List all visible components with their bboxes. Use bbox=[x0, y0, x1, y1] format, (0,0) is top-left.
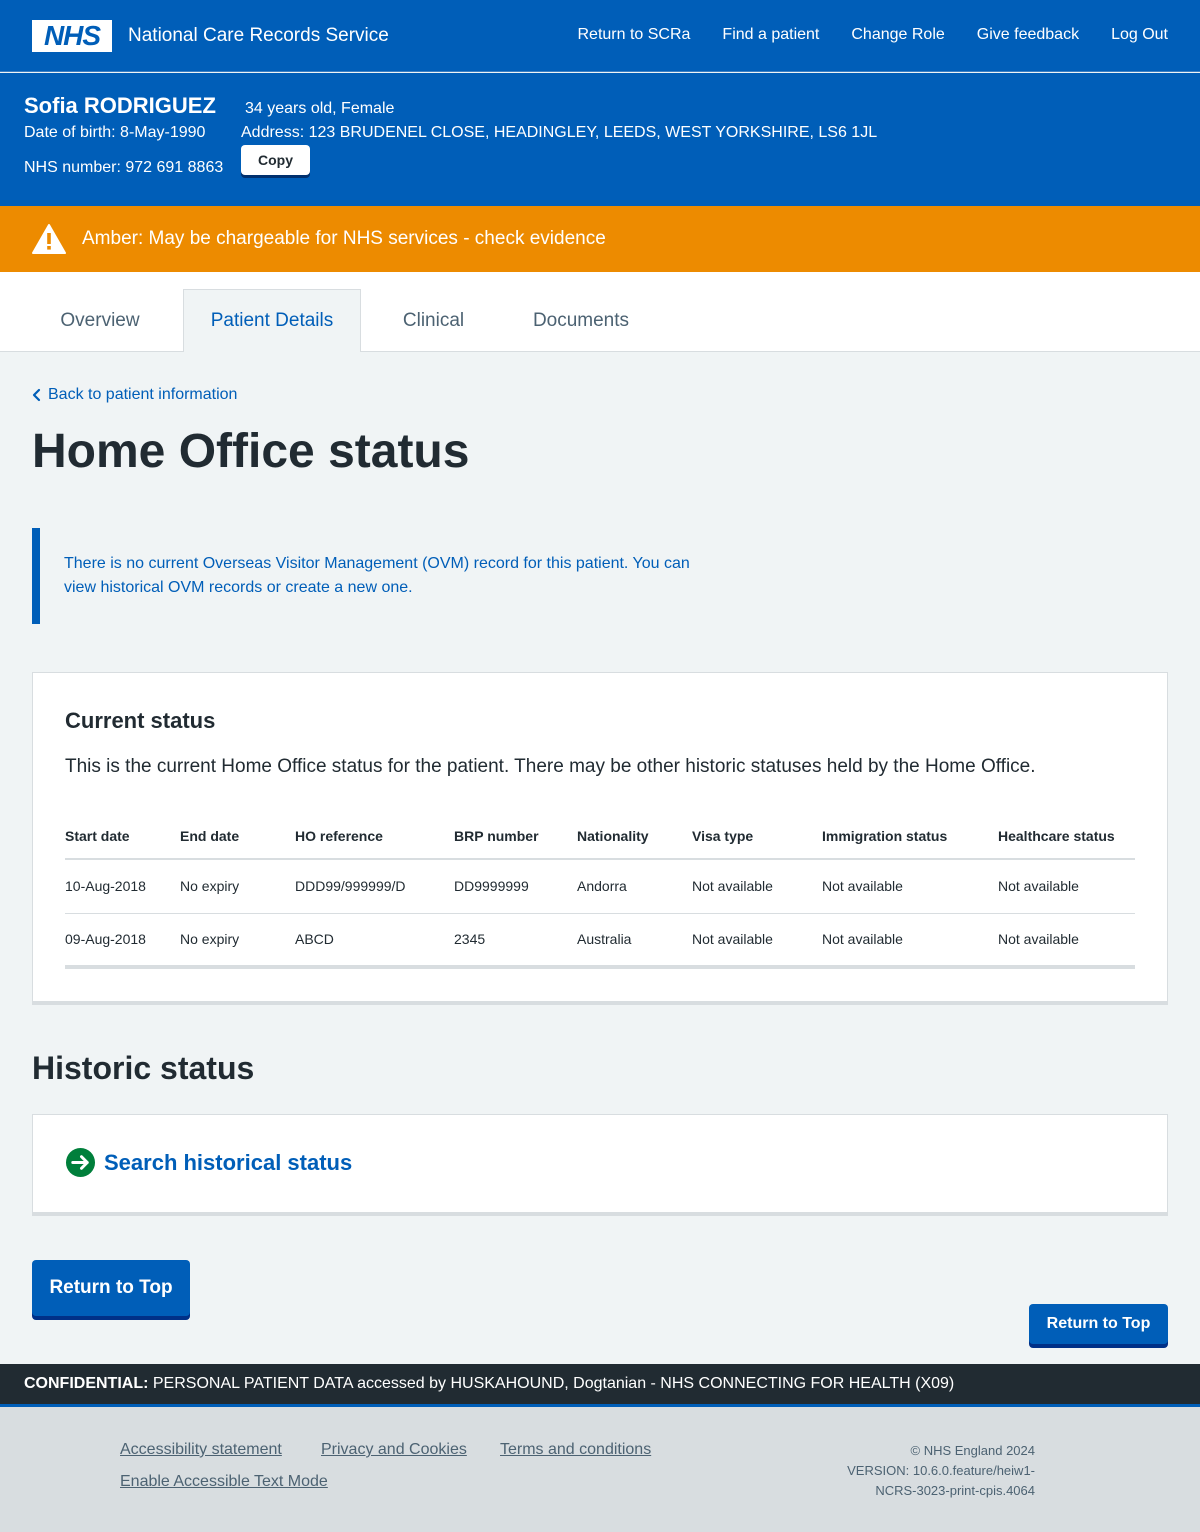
col-brp-number: BRP number bbox=[454, 813, 577, 860]
patient-name: Sofia RODRIGUEZ bbox=[24, 93, 216, 118]
cell-immigration-status: Not available bbox=[822, 859, 998, 914]
footer-accessibility-statement[interactable]: Accessibility statement bbox=[120, 1441, 282, 1459]
top-nav: Return to SCRa Find a patient Change Rol… bbox=[577, 26, 1168, 44]
search-historical-status-link[interactable]: Search historical status bbox=[65, 1147, 352, 1178]
cell-ho-reference: ABCD bbox=[295, 913, 454, 969]
cell-nationality: Australia bbox=[577, 913, 692, 969]
amber-alert-text: Amber: May be chargeable for NHS service… bbox=[82, 228, 606, 249]
cell-ho-reference: DDD99/999999/D bbox=[295, 859, 454, 914]
patient-address: Address: 123 BRUDENEL CLOSE, HEADINGLEY,… bbox=[241, 124, 878, 141]
return-to-top-floating-button[interactable]: Return to Top bbox=[1029, 1304, 1168, 1344]
page-title: Home Office status bbox=[32, 425, 470, 478]
return-to-top-button[interactable]: Return to Top bbox=[32, 1260, 190, 1316]
site-header: NHS National Care Records Service Return… bbox=[0, 0, 1200, 72]
back-link-label: Back to patient information bbox=[48, 386, 238, 403]
table-row: 09-Aug-2018 No expiry ABCD 2345 Australi… bbox=[65, 913, 1135, 969]
col-visa-type: Visa type bbox=[692, 813, 822, 860]
site-footer: Accessibility statement Privacy and Cook… bbox=[0, 1407, 1200, 1532]
cell-visa-type: Not available bbox=[692, 913, 822, 969]
current-status-title: Current status bbox=[65, 708, 216, 733]
col-immigration-status: Immigration status bbox=[822, 813, 998, 860]
confidential-text: PERSONAL PATIENT DATA accessed by HUSKAH… bbox=[148, 1375, 955, 1392]
footer-privacy-cookies[interactable]: Privacy and Cookies bbox=[321, 1441, 467, 1459]
cell-nationality: Andorra bbox=[577, 859, 692, 914]
nav-return-to-scra[interactable]: Return to SCRa bbox=[577, 26, 690, 44]
cell-start-date: 09-Aug-2018 bbox=[65, 913, 180, 969]
copy-button[interactable]: Copy bbox=[241, 145, 310, 175]
tab-overview[interactable]: Overview bbox=[32, 289, 168, 352]
cell-brp-number: 2345 bbox=[454, 913, 577, 969]
patient-dob: Date of birth: 8-May-1990 bbox=[24, 124, 206, 141]
warning-icon bbox=[32, 224, 66, 254]
cell-brp-number: DD9999999 bbox=[454, 859, 577, 914]
cell-end-date: No expiry bbox=[180, 913, 295, 969]
footer-terms-conditions[interactable]: Terms and conditions bbox=[500, 1441, 651, 1459]
cell-healthcare-status: Not available bbox=[998, 913, 1135, 969]
col-ho-reference: HO reference bbox=[295, 813, 454, 860]
confidential-banner: CONFIDENTIAL: PERSONAL PATIENT DATA acce… bbox=[0, 1364, 1200, 1407]
nav-change-role[interactable]: Change Role bbox=[851, 26, 944, 44]
search-historical-status-label: Search historical status bbox=[104, 1149, 353, 1175]
nav-find-a-patient[interactable]: Find a patient bbox=[722, 26, 819, 44]
patient-tabs: Overview Patient Details Clinical Docume… bbox=[0, 272, 1200, 352]
footer-meta: © NHS England 2024 VERSION: 10.6.0.featu… bbox=[815, 1441, 1035, 1501]
ovm-inset-message: There is no current Overseas Visitor Man… bbox=[64, 555, 690, 596]
nhs-logo[interactable]: NHS bbox=[32, 20, 112, 52]
nav-give-feedback[interactable]: Give feedback bbox=[977, 26, 1079, 44]
col-healthcare-status: Healthcare status bbox=[998, 813, 1135, 860]
footer-accessible-text-mode[interactable]: Enable Accessible Text Mode bbox=[120, 1473, 328, 1491]
col-nationality: Nationality bbox=[577, 813, 692, 860]
cell-immigration-status: Not available bbox=[822, 913, 998, 969]
footer-copyright: © NHS England 2024 bbox=[910, 1443, 1036, 1458]
amber-alert: Amber: May be chargeable for NHS service… bbox=[0, 206, 1200, 272]
current-status-table: Start date End date HO reference BRP num… bbox=[65, 813, 1135, 969]
chevron-left-icon bbox=[32, 388, 41, 402]
current-status-description: This is the current Home Office status f… bbox=[65, 756, 1036, 777]
footer-version: VERSION: 10.6.0.feature/heiw1-NCRS-3023-… bbox=[847, 1463, 1035, 1498]
cell-visa-type: Not available bbox=[692, 859, 822, 914]
cell-start-date: 10-Aug-2018 bbox=[65, 859, 180, 914]
patient-banner: Sofia RODRIGUEZ 34 years old, Female Dat… bbox=[0, 73, 1200, 206]
table-row: 10-Aug-2018 No expiry DDD99/999999/D DD9… bbox=[65, 859, 1135, 914]
arrow-right-circle-icon bbox=[65, 1147, 96, 1178]
col-end-date: End date bbox=[180, 813, 295, 860]
nav-log-out[interactable]: Log Out bbox=[1111, 26, 1168, 44]
tab-documents[interactable]: Documents bbox=[506, 289, 656, 352]
confidential-label: CONFIDENTIAL: bbox=[24, 1375, 149, 1392]
cell-healthcare-status: Not available bbox=[998, 859, 1135, 914]
tab-patient-details[interactable]: Patient Details bbox=[183, 289, 361, 352]
col-start-date: Start date bbox=[65, 813, 180, 860]
historic-status-title: Historic status bbox=[32, 1050, 255, 1086]
service-name[interactable]: National Care Records Service bbox=[128, 25, 389, 47]
back-link[interactable]: Back to patient information bbox=[32, 386, 237, 404]
cell-end-date: No expiry bbox=[180, 859, 295, 914]
current-status-card: Current status This is the current Home … bbox=[32, 672, 1168, 1005]
ovm-inset-text: There is no current Overseas Visitor Man… bbox=[32, 528, 712, 624]
table-header-row: Start date End date HO reference BRP num… bbox=[65, 813, 1135, 860]
patient-nhs-number: NHS number: 972 691 8863 bbox=[24, 159, 224, 176]
historic-status-card: Search historical status bbox=[32, 1114, 1168, 1216]
tab-clinical[interactable]: Clinical bbox=[376, 289, 491, 352]
patient-age-gender: 34 years old, Female bbox=[245, 100, 395, 117]
